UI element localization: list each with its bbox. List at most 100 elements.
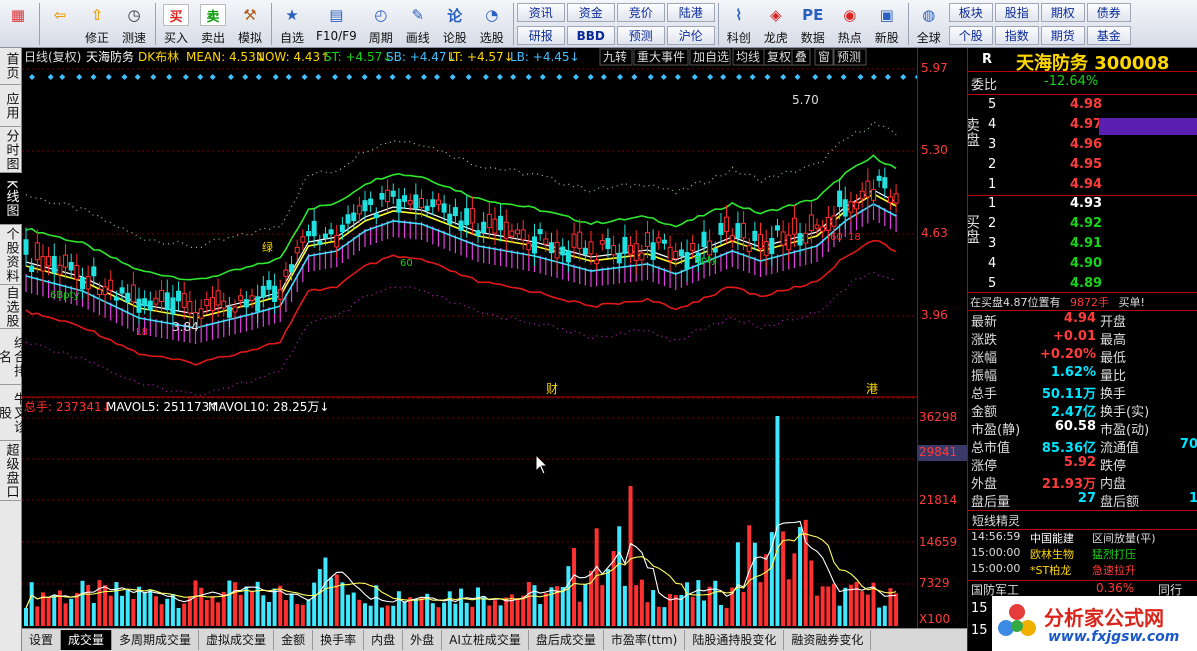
logo-button[interactable]: ▦ [0,0,37,48]
indicator-tab[interactable]: 成交量 [61,630,113,650]
sell-level-row[interactable]: 2 4.95 [968,157,1197,175]
sell-level-row[interactable]: 5 4.98 [968,97,1197,115]
candle-body [136,298,142,313]
indicator-tab[interactable]: 设置 [22,630,62,650]
chart-button[interactable]: ⌇ 科创 [721,0,758,48]
market-link-button[interactable]: 债券 [1086,3,1131,22]
short-line-elves-title[interactable]: 短线精灵 [972,512,1020,529]
r-badge[interactable]: R [982,52,992,67]
candle-body [176,290,182,302]
hot-button[interactable]: ◉ 热点 [832,0,869,48]
stat-label: 市盈(静) [971,423,1021,438]
candle-body [616,252,622,264]
left-tab-0[interactable]: 首页 [0,48,22,85]
buy-level-row[interactable]: 3 4.91 [968,236,1197,254]
buy-button[interactable]: 买买入 [158,0,195,48]
indicator-tab[interactable]: 虚拟成交量 [199,630,275,650]
left-tab-1[interactable]: 应用 [0,85,22,127]
volume-bar [589,570,593,626]
sell-button[interactable]: 卖卖出 [195,0,232,48]
market-link-button[interactable]: 基金 [1086,26,1131,45]
quick-link-button[interactable]: 陆港 [666,3,715,22]
sell-level-row[interactable]: 3 4.96 [968,137,1197,155]
left-tab-3[interactable]: K线图 [0,173,22,225]
buy-level-row[interactable]: 4 4.90 [968,256,1197,274]
price-tick: 5.30 [921,143,948,157]
star-button[interactable]: ★ 自选 [274,0,311,48]
quick-link-button[interactable]: 预测 [616,26,665,45]
price-tick: 5.97 [921,61,948,75]
k-line-chart[interactable]: 日线(复权) 天海防务 DK布林 MEAN: 4.53↓NOW: 4.43↑ST: +… [22,48,917,628]
indicator-tab[interactable]: 金额 [274,630,314,650]
left-tab-2[interactable]: 分时图 [0,127,22,173]
toolbar-label: 龙虎 [763,31,788,45]
back-arrow-button[interactable]: ⇦ [42,0,79,48]
sell-level-row[interactable]: 4 4.97 [968,117,1197,135]
pe-button[interactable]: PE 数据 [795,0,832,48]
market-link-button[interactable]: 板块 [948,3,993,22]
market-link-button[interactable]: 指数 [994,26,1039,45]
volume-bar [80,580,85,626]
left-tab-4[interactable]: 个股资料 [0,225,22,285]
volume-bar [702,600,706,626]
quick-link-button[interactable]: 研报 [516,26,565,45]
elves-row[interactable]: 15:00:00 *ST柏龙 急速拉升 [968,562,1197,580]
candle-body [362,200,368,212]
market-link-button[interactable]: 期货 [1040,26,1085,45]
volume-bar [170,594,175,626]
mavol5-value: MAVOL5: 251173↑ [106,400,219,414]
indicator-tab[interactable]: 盘后成交量 [529,630,604,650]
left-tab-5[interactable]: 自选股 [0,285,22,329]
indicator-tab[interactable]: 市盈率(ttm) [604,630,686,650]
speed-button[interactable]: ◷ 测速 [116,0,153,48]
left-tab-6[interactable]: 综合排名 [0,329,26,385]
quick-link-button[interactable]: 竞价 [616,3,665,22]
level-number: 2 [988,216,997,231]
f10-button[interactable]: ▤ F10/F9 [311,0,363,48]
candle-body [752,230,758,242]
market-link-button[interactable]: 个股 [948,26,993,45]
indicator-tab[interactable]: AI立桩成交量 [442,630,529,650]
indicator-tab[interactable]: 陆股通持股变化 [685,630,785,650]
new-button[interactable]: ▣ 新股 [869,0,906,48]
indicator-tab[interactable]: 内盘 [364,630,404,650]
quick-link-button[interactable]: 沪伦 [666,26,715,45]
globe-button[interactable]: ◍ 全球 [911,0,948,48]
buy-level-row[interactable]: 2 4.92 [968,216,1197,234]
buy-level-row[interactable]: 1 4.93 [968,196,1197,214]
market-link-button[interactable]: 期权 [1040,3,1085,22]
quick-link-button[interactable]: 资讯 [516,3,565,22]
candle-body [424,205,430,211]
pencil-button[interactable]: ✎ 画线 [400,0,437,48]
indicator-tab[interactable]: 多周期成交量 [112,630,200,650]
market-link-button[interactable]: 股指 [994,3,1039,22]
dragon-button[interactable]: ◈ 龙虎 [758,0,795,48]
indicator-tab[interactable]: 外盘 [403,630,443,650]
chat-button[interactable]: 论论股 [437,0,474,48]
quick-link-button[interactable]: BBD [566,26,615,45]
select-button[interactable]: ◔ 选股 [474,0,511,48]
volume-bar [492,600,497,626]
stat-label-2: 最低 [1100,351,1127,366]
fix-button[interactable]: ⇧ 修正 [79,0,116,48]
indicator-tab[interactable]: 融资融券变化 [784,630,872,650]
candle-body [503,221,509,239]
candle-body [492,218,498,234]
clock-button[interactable]: ◴ 周期 [363,0,400,48]
volume-bar [865,594,870,626]
quick-link-button[interactable]: 资金 [566,3,615,22]
candle-body [170,297,176,315]
left-tab-7[interactable]: 牛叉诊股 [0,385,26,441]
candle-body [520,229,526,241]
indicator-tab[interactable]: 换手率 [313,630,365,650]
toolbar-separator [39,3,40,45]
sell-level-row[interactable]: 1 4.94 [968,177,1197,195]
left-tab-8[interactable]: 超级盘口 [0,441,22,501]
candle-body [130,284,136,303]
candle-body [339,224,345,233]
level-price: 4.92 [1070,216,1103,231]
stat-value: +0.01 [1053,329,1096,344]
toolbar-label: 论股 [442,31,467,45]
hammer-button[interactable]: ⚒ 模拟 [232,0,269,48]
volume-bar [69,598,74,626]
